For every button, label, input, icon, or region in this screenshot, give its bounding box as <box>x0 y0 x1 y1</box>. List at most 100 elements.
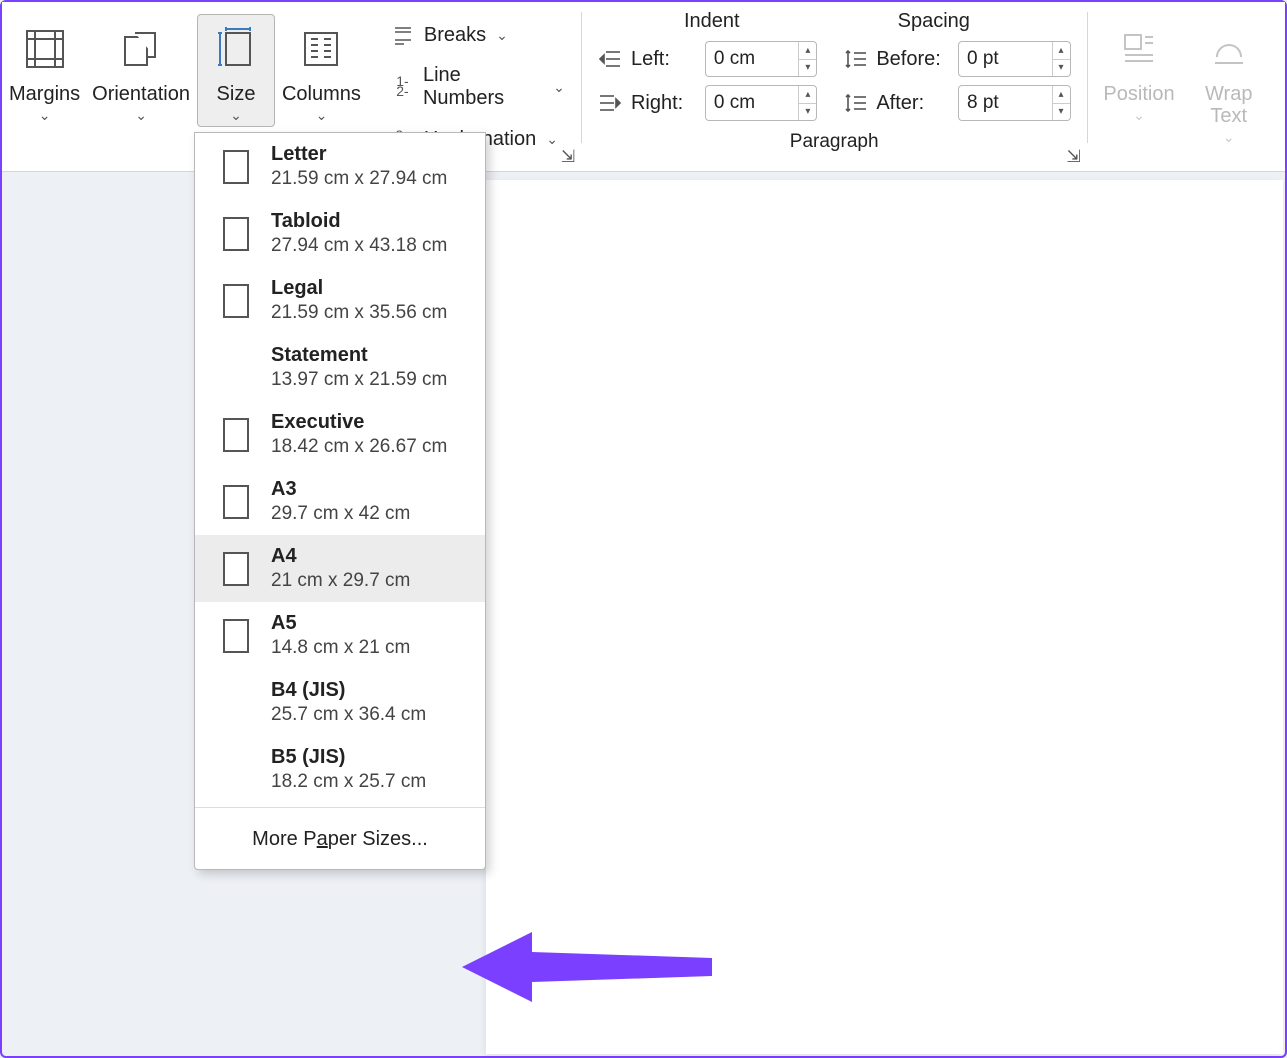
margins-label: Margins <box>9 83 80 105</box>
page-icon <box>223 418 249 452</box>
page-setup-launcher[interactable]: ⇲ <box>561 149 577 165</box>
spinner-down[interactable]: ▾ <box>799 104 816 121</box>
size-option-name: A5 <box>271 612 410 635</box>
chevron-down-icon: ⌄ <box>546 131 558 148</box>
indent-right-icon <box>598 90 623 116</box>
margins-button[interactable]: Margins ⌄ <box>4 14 85 127</box>
spinner-down[interactable]: ▾ <box>1053 104 1070 121</box>
line-numbers-icon: 1-2- <box>390 74 415 100</box>
page-icon <box>223 552 249 586</box>
spacing-after-value: 8 pt <box>959 86 1052 120</box>
wrap-text-label: Wrap Text <box>1185 83 1272 127</box>
document-area[interactable] <box>486 180 1283 1054</box>
wrap-text-icon <box>1201 21 1257 77</box>
indent-right-label: Right: <box>631 92 697 115</box>
size-icon <box>208 21 264 77</box>
size-button[interactable]: Size ⌄ <box>197 14 275 127</box>
columns-button[interactable]: Columns ⌄ <box>277 14 366 127</box>
spacing-before-label: Before: <box>876 48 950 71</box>
size-option-name: A4 <box>271 545 410 568</box>
spacing-before-icon <box>843 46 868 72</box>
wrap-text-button: Wrap Text ⌄ <box>1180 14 1277 149</box>
size-option-a5[interactable]: A514.8 cm x 21 cm <box>195 602 485 669</box>
dropdown-separator <box>195 807 485 808</box>
size-option-name: A3 <box>271 478 410 501</box>
spacing-header: Spacing <box>826 10 1042 33</box>
size-option-a4[interactable]: A421 cm x 29.7 cm <box>195 535 485 602</box>
size-option-a3[interactable]: A329.7 cm x 42 cm <box>195 468 485 535</box>
paragraph-launcher[interactable]: ⇲ <box>1067 149 1083 165</box>
spacing-after-label: After: <box>876 92 950 115</box>
size-option-letter[interactable]: Letter21.59 cm x 27.94 cm <box>195 133 485 200</box>
chevron-down-icon: ⌄ <box>39 107 51 124</box>
position-icon <box>1111 21 1167 77</box>
size-option-dim: 13.97 cm x 21.59 cm <box>271 369 447 391</box>
indent-left-value: 0 cm <box>706 42 799 76</box>
orientation-icon <box>113 21 169 77</box>
indent-right-value: 0 cm <box>706 86 799 120</box>
indent-header: Indent <box>598 10 826 33</box>
chevron-down-icon: ⌄ <box>553 79 565 96</box>
size-option-dim: 25.7 cm x 36.4 cm <box>271 704 426 726</box>
size-option-name: Legal <box>271 277 447 300</box>
chevron-down-icon: ⌄ <box>1133 107 1145 124</box>
size-dropdown: Letter21.59 cm x 27.94 cmTabloid27.94 cm… <box>194 132 486 870</box>
spacing-after-input[interactable]: 8 pt ▴▾ <box>958 85 1071 121</box>
spinner-up[interactable]: ▴ <box>1053 86 1070 104</box>
spacing-before-input[interactable]: 0 pt ▴▾ <box>958 41 1071 77</box>
size-option-dim: 18.42 cm x 26.67 cm <box>271 436 447 458</box>
size-option-dim: 21.59 cm x 35.56 cm <box>271 302 447 324</box>
size-label: Size <box>217 83 256 105</box>
page-icon <box>223 485 249 519</box>
size-option-executive[interactable]: Executive18.42 cm x 26.67 cm <box>195 401 485 468</box>
size-option-statement[interactable]: Statement13.97 cm x 21.59 cm <box>195 334 485 401</box>
chevron-down-icon: ⌄ <box>135 107 147 124</box>
paragraph-group-label: Paragraph <box>598 131 1071 153</box>
position-button: Position ⌄ <box>1100 14 1179 149</box>
orientation-button[interactable]: Orientation ⌄ <box>87 14 195 127</box>
chevron-down-icon: ⌄ <box>316 107 328 124</box>
breaks-label: Breaks <box>424 24 486 47</box>
size-option-name: Letter <box>271 143 447 166</box>
chevron-down-icon: ⌄ <box>1223 129 1235 146</box>
spinner-up[interactable]: ▴ <box>799 86 816 104</box>
indent-right-input[interactable]: 0 cm ▴▾ <box>705 85 818 121</box>
spinner-down[interactable]: ▾ <box>799 60 816 77</box>
size-option-legal[interactable]: Legal21.59 cm x 35.56 cm <box>195 267 485 334</box>
page-icon <box>223 284 249 318</box>
chevron-down-icon: ⌄ <box>496 27 508 44</box>
size-option-dim: 14.8 cm x 21 cm <box>271 637 410 659</box>
spinner-up[interactable]: ▴ <box>1053 42 1070 60</box>
chevron-down-icon: ⌄ <box>230 107 242 124</box>
indent-left-input[interactable]: 0 cm ▴▾ <box>705 41 818 77</box>
arrange-group: Position ⌄ Wrap Text ⌄ <box>1088 2 1285 171</box>
margins-icon <box>17 21 73 77</box>
indent-left-label: Left: <box>631 48 697 71</box>
spinner-up[interactable]: ▴ <box>799 42 816 60</box>
columns-icon <box>293 21 349 77</box>
columns-label: Columns <box>282 83 361 105</box>
breaks-button[interactable]: Breaks ⌄ <box>382 18 573 52</box>
size-option-dim: 27.94 cm x 43.18 cm <box>271 235 447 257</box>
page-icon <box>223 217 249 251</box>
orientation-label: Orientation <box>92 83 190 105</box>
breaks-icon <box>390 22 416 48</box>
paragraph-group: Indent Spacing Left: 0 cm ▴▾ Before: <box>582 2 1087 171</box>
spacing-before-value: 0 pt <box>959 42 1052 76</box>
position-label: Position <box>1103 83 1174 105</box>
line-numbers-button[interactable]: 1-2- Line Numbers ⌄ <box>382 60 573 114</box>
more-paper-sizes[interactable]: More Paper Sizes... <box>195 812 485 869</box>
page-icon <box>223 150 249 184</box>
size-option-b4-jis-[interactable]: B4 (JIS)25.7 cm x 36.4 cm <box>195 669 485 736</box>
size-option-name: Statement <box>271 344 447 367</box>
size-option-name: Executive <box>271 411 447 434</box>
size-option-name: B4 (JIS) <box>271 679 426 702</box>
size-option-dim: 21.59 cm x 27.94 cm <box>271 168 447 190</box>
size-option-b5-jis-[interactable]: B5 (JIS)18.2 cm x 25.7 cm <box>195 736 485 803</box>
size-option-tabloid[interactable]: Tabloid27.94 cm x 43.18 cm <box>195 200 485 267</box>
spinner-down[interactable]: ▾ <box>1053 60 1070 77</box>
page-icon <box>223 619 249 653</box>
size-option-name: B5 (JIS) <box>271 746 426 769</box>
size-option-dim: 21 cm x 29.7 cm <box>271 570 410 592</box>
indent-left-icon <box>598 46 623 72</box>
